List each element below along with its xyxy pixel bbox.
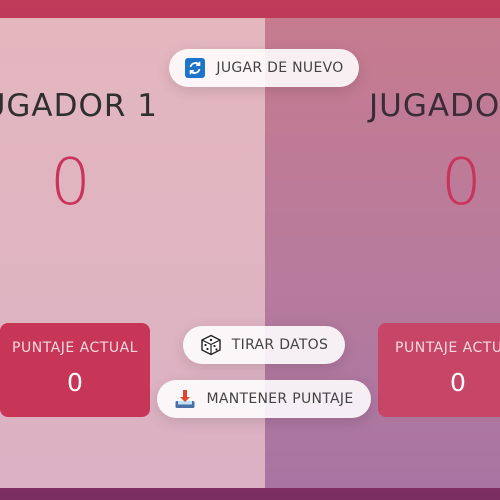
player-2-current-label: PUNTAJE ACTUAL: [395, 340, 500, 356]
player-2-current-value: 0: [450, 368, 466, 397]
player-2-name: JUGADOR 2: [369, 88, 500, 124]
player-1-current-label: PUNTAJE ACTUAL: [12, 340, 138, 356]
new-game-label: JUGAR DE NUEVO: [216, 60, 344, 76]
roll-dice-button[interactable]: TIRAR DATOS: [183, 326, 345, 364]
new-game-button[interactable]: JUGAR DE NUEVO: [169, 49, 359, 87]
player-2-score: 0: [441, 146, 482, 220]
player-1-current-value: 0: [67, 368, 83, 397]
hold-score-button[interactable]: MANTENER PUNTAJE: [157, 380, 371, 418]
player-1-current-score-box: PUNTAJE ACTUAL 0: [0, 323, 150, 417]
refresh-icon: [184, 57, 206, 79]
player-2-current-score-box: PUNTAJE ACTUAL 0: [378, 323, 500, 417]
roll-dice-label: TIRAR DATOS: [231, 337, 329, 353]
dice-icon: [200, 334, 222, 356]
player-1-score: 0: [50, 146, 91, 220]
download-icon: [174, 388, 196, 410]
hold-score-label: MANTENER PUNTAJE: [206, 391, 354, 407]
player-1-name: JUGADOR 1: [0, 88, 158, 124]
